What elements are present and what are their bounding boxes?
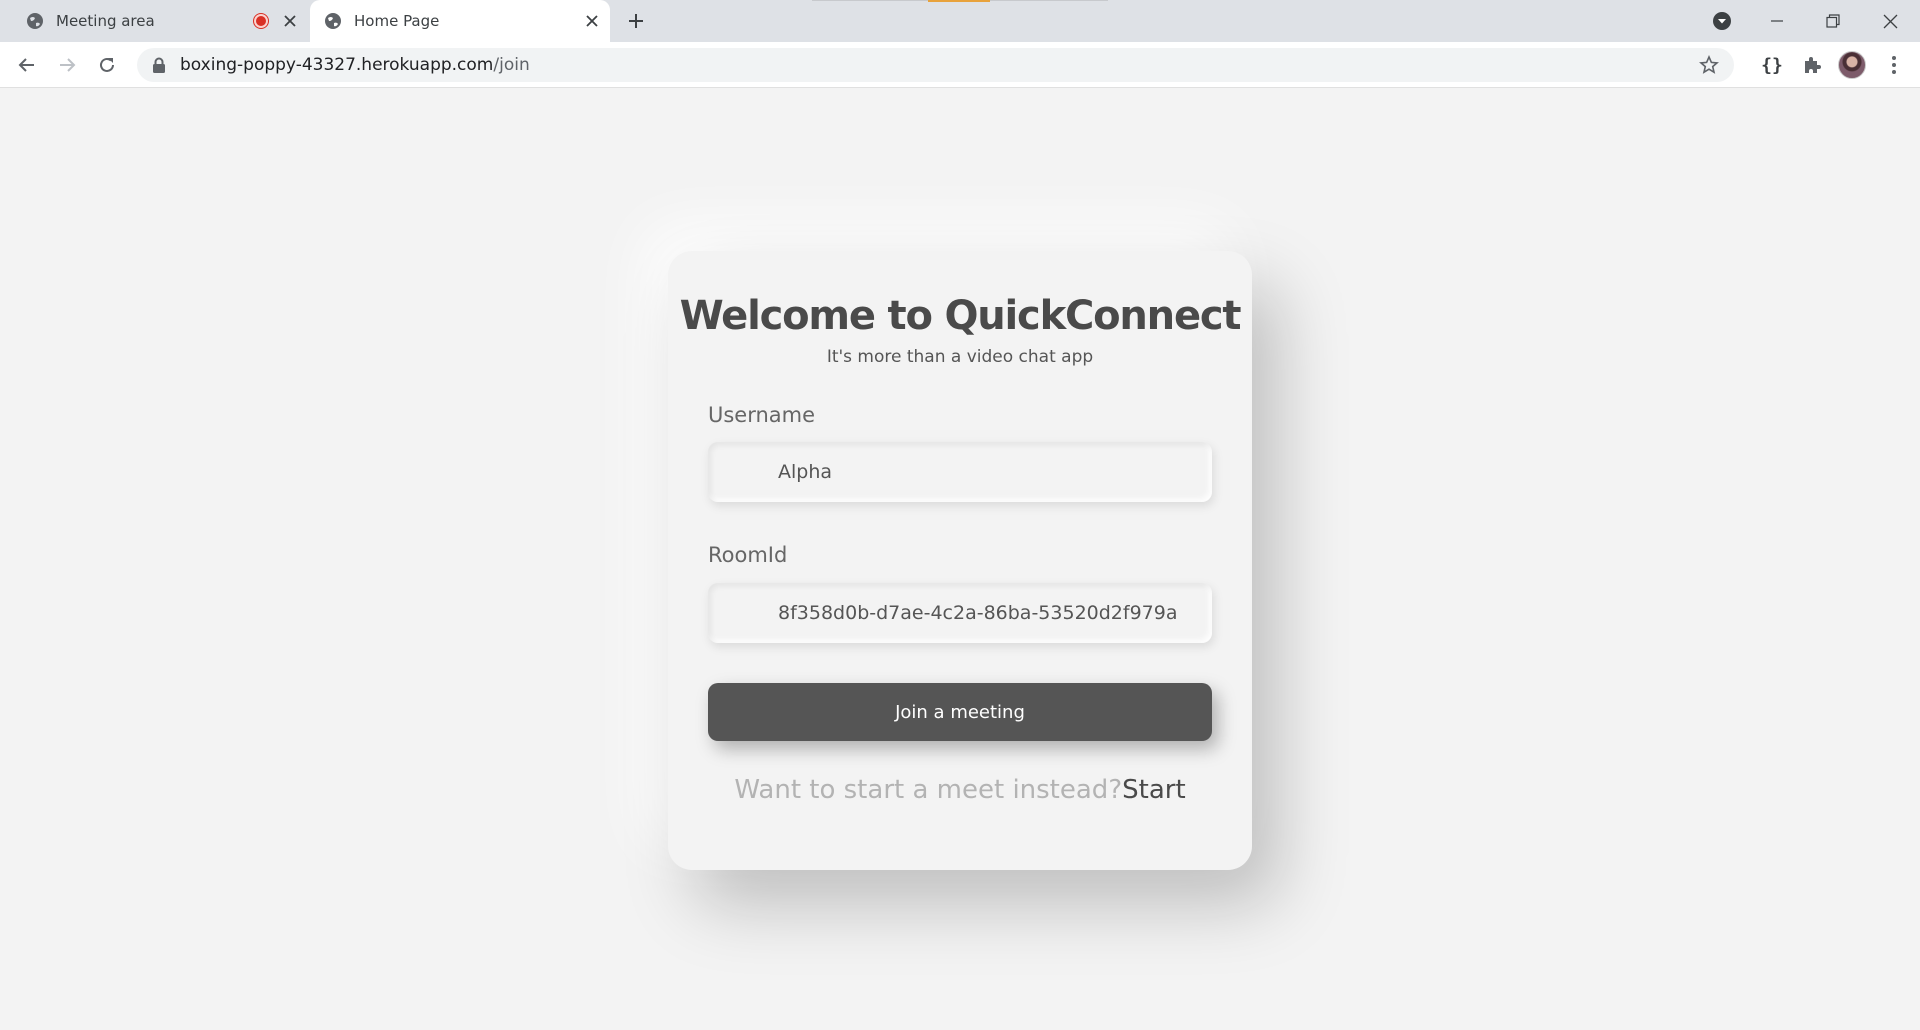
star-icon[interactable] bbox=[1698, 54, 1720, 76]
close-tab-icon[interactable] bbox=[280, 11, 300, 31]
url-path: /join bbox=[493, 55, 530, 75]
roomid-input[interactable]: 8f358d0b-d7ae-4c2a-86ba-53520d2f979a bbox=[708, 583, 1212, 643]
username-label: Username bbox=[708, 403, 816, 427]
browser-toolbar: boxing-poppy-43327.herokuapp.com/join {} bbox=[0, 42, 1920, 88]
globe-icon bbox=[325, 13, 341, 29]
close-tab-icon[interactable] bbox=[582, 11, 602, 31]
recording-indicator-icon bbox=[254, 14, 268, 28]
avatar bbox=[1838, 51, 1866, 79]
start-meeting-line: Want to start a meet instead?Start bbox=[668, 775, 1252, 805]
address-bar[interactable]: boxing-poppy-43327.herokuapp.com/join bbox=[137, 48, 1734, 82]
page-title: Welcome to QuickConnect bbox=[679, 293, 1242, 339]
join-card: Welcome to QuickConnect It's more than a… bbox=[668, 251, 1252, 870]
extensions-icon[interactable] bbox=[1798, 51, 1826, 79]
roomid-label: RoomId bbox=[708, 543, 788, 567]
forward-icon[interactable] bbox=[53, 51, 81, 79]
tab-title: Home Page bbox=[354, 12, 440, 30]
menu-icon[interactable] bbox=[1880, 51, 1908, 79]
restore-icon[interactable] bbox=[1808, 0, 1858, 42]
join-meeting-button[interactable]: Join a meeting bbox=[708, 683, 1212, 741]
url-text: boxing-poppy-43327.herokuapp.com/join bbox=[180, 55, 530, 75]
new-tab-icon[interactable] bbox=[624, 9, 648, 33]
tab-strip: Meeting area Home Page bbox=[0, 0, 1920, 42]
tab-search-icon[interactable] bbox=[1697, 0, 1747, 42]
globe-icon bbox=[27, 13, 43, 29]
tab-home-page[interactable]: Home Page bbox=[310, 0, 610, 42]
tab-meeting-area[interactable]: Meeting area bbox=[12, 0, 308, 42]
reload-icon[interactable] bbox=[93, 51, 121, 79]
close-icon[interactable] bbox=[1865, 0, 1915, 42]
braces-icon[interactable]: {} bbox=[1758, 51, 1786, 79]
start-prompt: Want to start a meet instead? bbox=[734, 775, 1123, 805]
tab-strip-accent bbox=[928, 0, 990, 2]
lock-icon bbox=[153, 57, 165, 73]
start-link[interactable]: Start bbox=[1122, 775, 1186, 805]
username-input[interactable]: Alpha bbox=[708, 442, 1212, 502]
back-icon[interactable] bbox=[13, 51, 41, 79]
minimize-icon[interactable] bbox=[1752, 0, 1802, 42]
page-content: Welcome to QuickConnect It's more than a… bbox=[0, 89, 1920, 1030]
url-host: boxing-poppy-43327.herokuapp.com bbox=[180, 55, 494, 75]
tab-title: Meeting area bbox=[56, 12, 155, 30]
page-subtitle: It's more than a video chat app bbox=[826, 347, 1094, 367]
profile-avatar[interactable] bbox=[1838, 51, 1866, 79]
